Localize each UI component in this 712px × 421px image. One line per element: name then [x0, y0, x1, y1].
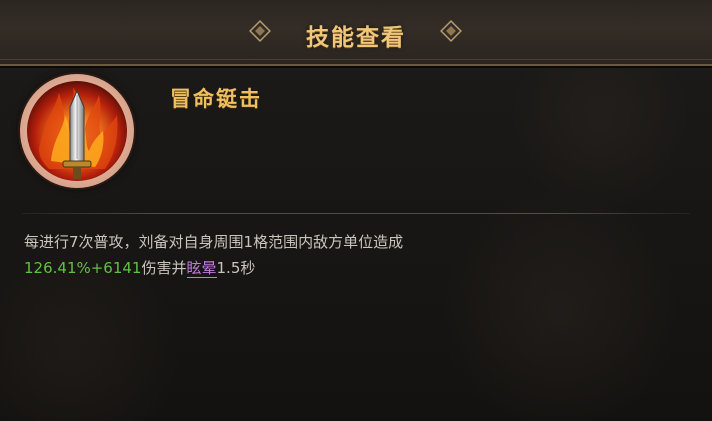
- damage-text: 伤害并: [141, 259, 187, 277]
- damage-value: 126.41%+6141: [24, 259, 142, 277]
- panel-header: 技能查看: [0, 0, 712, 66]
- description-line-2: 126.41%+6141伤害并眩晕1.5秒: [24, 255, 684, 281]
- diamond-ornament-icon: [440, 20, 462, 42]
- description-line-1: 每进行7次普攻，刘备对自身周围1格范围内敌方单位造成: [24, 233, 404, 251]
- flaming-sword-icon: [27, 81, 127, 181]
- skill-view-panel: 技能查看 冒命铤击 每进行7次普攻，刘备对自身周围1格范围内敌方单位造成 126…: [0, 0, 712, 421]
- skill-description: 每进行7次普攻，刘备对自身周围1格范围内敌方单位造成 126.41%+6141伤…: [24, 229, 684, 281]
- skill-icon-frame: [20, 74, 134, 188]
- status-effect-link[interactable]: 眩晕: [186, 259, 217, 278]
- page-title: 技能查看: [306, 24, 406, 51]
- status-duration: 1.5秒: [216, 259, 256, 277]
- skill-name: 冒命铤击: [170, 86, 262, 111]
- divider: [22, 213, 690, 214]
